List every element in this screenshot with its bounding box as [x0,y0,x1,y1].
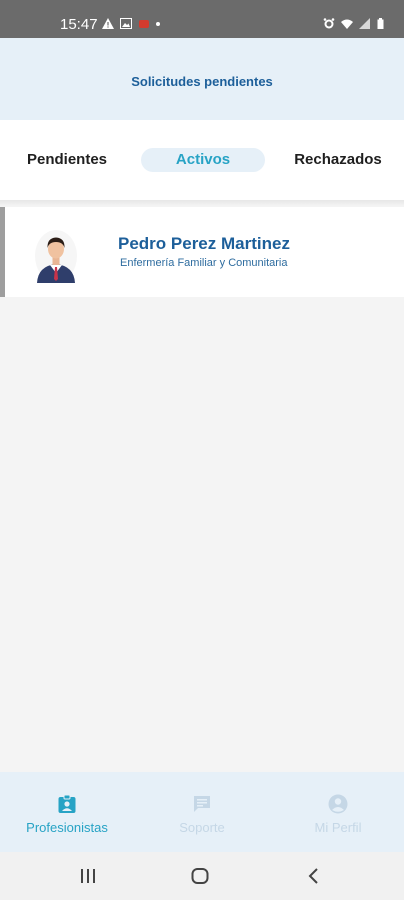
status-bar: 15:47 [0,0,404,38]
nav-label-profesionistas: Profesionistas [26,820,108,835]
chat-icon [194,796,210,812]
alert-triangle-icon [102,18,114,29]
status-tabs: Pendientes Activos Rechazados [0,120,404,200]
nav-label-mi-perfil: Mi Perfil [314,820,362,835]
doctor-avatar-icon [35,230,77,283]
dot-icon [156,21,160,26]
status-left-icons [102,18,160,29]
page-title: Solicitudes pendientes [131,74,273,89]
app-header: Solicitudes pendientes [0,38,404,120]
nav-label-soporte: Soporte [179,820,225,835]
status-time: 15:47 [60,16,98,33]
red-app-icon [139,20,149,28]
status-right-icons [323,18,384,29]
battery-icon [377,18,384,29]
wifi-icon [341,19,353,29]
home-icon[interactable] [188,866,212,886]
professional-specialty: Enfermería Familiar y Comunitaria [120,257,288,269]
nav-mi-perfil[interactable]: Mi Perfil [278,794,398,835]
professional-card[interactable]: Pedro Perez Martinez Enfermería Familiar… [0,207,404,297]
bottom-nav: Profesionistas Soporte Mi Perfil [0,772,404,852]
nav-profesionistas[interactable]: Profesionistas [7,794,127,835]
nav-soporte[interactable]: Soporte [142,794,262,835]
signal-icon [359,18,370,29]
card-marker [0,207,5,297]
tab-rechazados[interactable]: Rechazados [290,148,386,172]
professional-name: Pedro Perez Martinez [118,234,290,253]
recents-icon[interactable] [76,866,100,886]
tab-pendientes[interactable]: Pendientes [18,148,116,172]
back-icon[interactable] [302,866,326,886]
image-icon [120,18,132,29]
alarm-icon [323,18,335,29]
system-nav-bar [0,852,404,900]
profile-icon [328,794,348,814]
tabs-divider [0,200,404,206]
id-badge-icon [58,794,76,813]
tab-activos[interactable]: Activos [141,148,265,172]
